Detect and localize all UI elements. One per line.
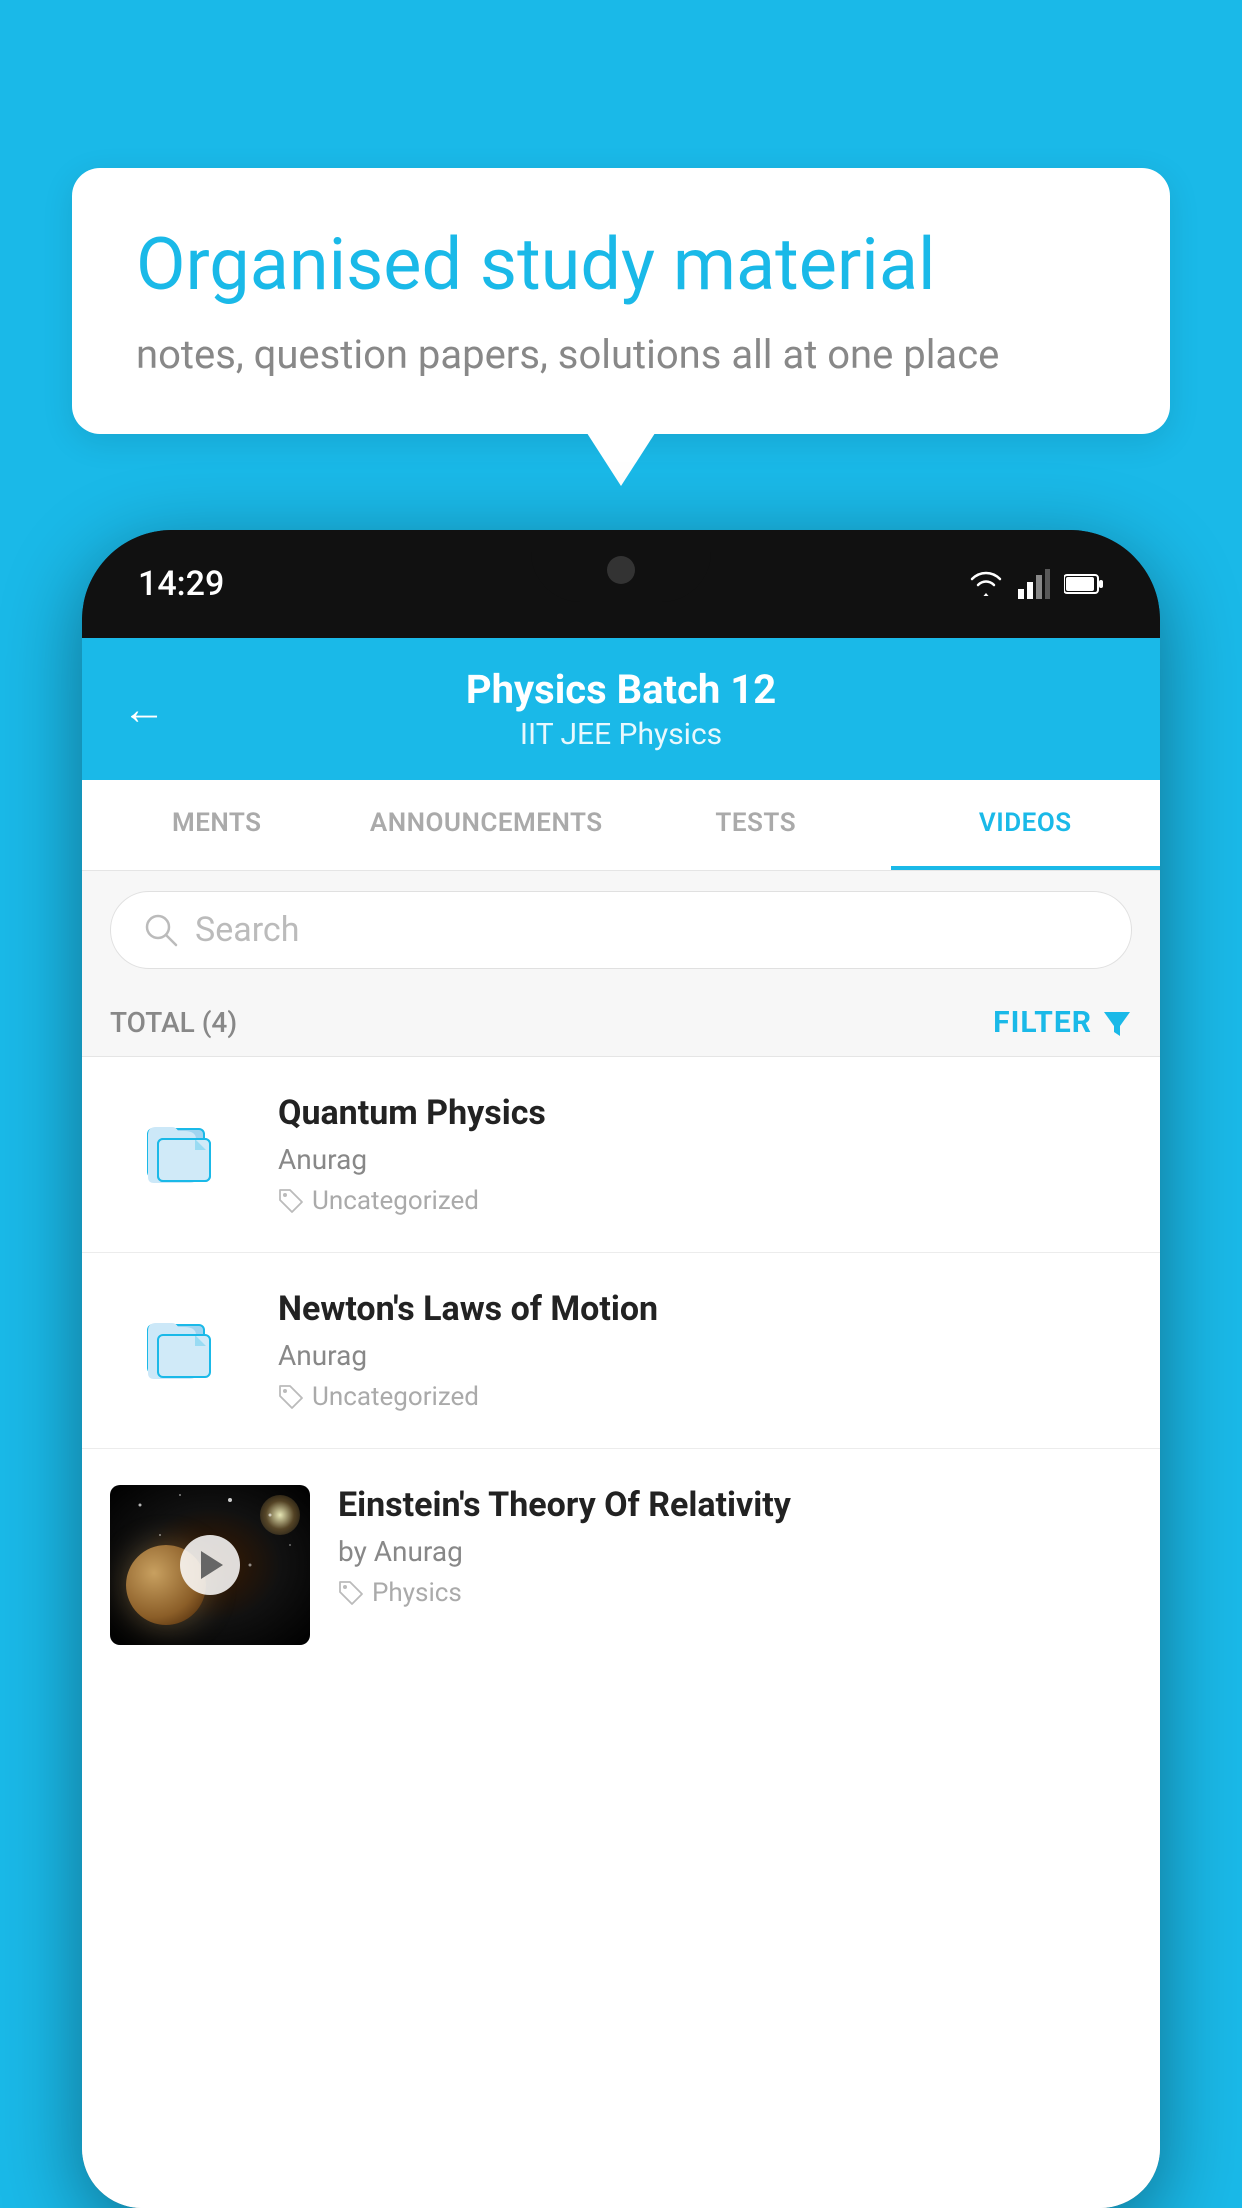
filter-icon: [1102, 1008, 1132, 1038]
play-button[interactable]: [180, 1535, 240, 1595]
video-author: Anurag: [278, 1143, 1132, 1176]
battery-icon: [1064, 573, 1104, 595]
status-time: 14:29: [138, 564, 224, 604]
video-list: Quantum Physics Anurag Uncategorized: [82, 1057, 1160, 2208]
status-icons: [968, 569, 1104, 599]
list-item[interactable]: Quantum Physics Anurag Uncategorized: [82, 1057, 1160, 1253]
total-count: TOTAL (4): [110, 1006, 237, 1039]
search-bar-container: Search: [82, 871, 1160, 989]
bubble-title: Organised study material: [136, 224, 1106, 307]
video-info-quantum: Quantum Physics Anurag Uncategorized: [278, 1093, 1132, 1216]
app-background: Organised study material notes, question…: [0, 0, 1242, 2208]
tag-icon: [278, 1188, 304, 1214]
filter-row: TOTAL (4) FILTER: [82, 989, 1160, 1057]
play-triangle: [201, 1551, 223, 1579]
video-info-newton: Newton's Laws of Motion Anurag Uncategor…: [278, 1289, 1132, 1412]
video-tag: Uncategorized: [278, 1186, 1132, 1216]
video-title: Einstein's Theory Of Relativity: [338, 1485, 1132, 1525]
batch-title: Physics Batch 12: [190, 666, 1052, 713]
video-tag: Physics: [338, 1578, 1132, 1608]
search-bar[interactable]: Search: [110, 891, 1132, 969]
tab-videos[interactable]: VIDEOS: [891, 780, 1161, 870]
batch-subtitle: IIT JEE Physics: [190, 717, 1052, 752]
back-button[interactable]: ←: [122, 683, 166, 735]
list-item[interactable]: Einstein's Theory Of Relativity by Anura…: [82, 1449, 1160, 1669]
notch: [531, 530, 711, 602]
wifi-icon: [968, 569, 1004, 599]
einstein-thumbnail: [110, 1485, 310, 1645]
phone-screen: ← Physics Batch 12 IIT JEE Physics MENTS…: [82, 638, 1160, 2208]
search-icon: [143, 912, 179, 948]
tag-icon: [338, 1580, 364, 1606]
video-author: Anurag: [278, 1339, 1132, 1372]
bubble-subtitle: notes, question papers, solutions all at…: [136, 331, 1106, 378]
app-header: ← Physics Batch 12 IIT JEE Physics: [82, 638, 1160, 780]
signal-icon: [1018, 569, 1050, 599]
tab-announcements[interactable]: ANNOUNCEMENTS: [352, 780, 622, 870]
folder-thumb-quantum: [110, 1093, 250, 1203]
header-title-area: Physics Batch 12 IIT JEE Physics: [190, 666, 1052, 752]
video-author: by Anurag: [338, 1535, 1132, 1568]
video-title: Newton's Laws of Motion: [278, 1289, 1132, 1329]
front-camera: [607, 556, 635, 584]
folder-thumb-newton: [110, 1289, 250, 1399]
filter-label: FILTER: [993, 1005, 1092, 1040]
tab-ments[interactable]: MENTS: [82, 780, 352, 870]
search-placeholder: Search: [195, 910, 299, 950]
tab-bar: MENTS ANNOUNCEMENTS TESTS VIDEOS: [82, 780, 1160, 871]
speech-bubble: Organised study material notes, question…: [72, 168, 1170, 434]
phone-frame: 14:29: [82, 530, 1160, 2208]
video-tag: Uncategorized: [278, 1382, 1132, 1412]
filter-button[interactable]: FILTER: [993, 1005, 1132, 1040]
video-title: Quantum Physics: [278, 1093, 1132, 1133]
status-bar: 14:29: [82, 530, 1160, 638]
video-info-einstein: Einstein's Theory Of Relativity by Anura…: [338, 1485, 1132, 1608]
folder-icon: [140, 1108, 220, 1188]
folder-icon: [140, 1304, 220, 1384]
tag-icon: [278, 1384, 304, 1410]
list-item[interactable]: Newton's Laws of Motion Anurag Uncategor…: [82, 1253, 1160, 1449]
tab-tests[interactable]: TESTS: [621, 780, 891, 870]
